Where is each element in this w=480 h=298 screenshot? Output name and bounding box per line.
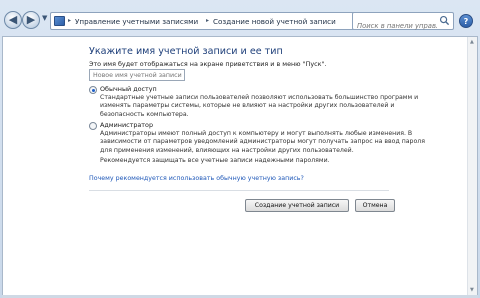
breadcrumb-user-accounts[interactable]: Управление учетными записями <box>75 17 198 26</box>
account-name-field[interactable] <box>89 69 185 81</box>
standard-user-radio[interactable] <box>89 86 97 94</box>
name-description: Это имя будет отображаться на экране при… <box>89 60 327 68</box>
why-standard-account-link[interactable]: Почему рекомендуется использовать обычну… <box>89 175 304 182</box>
breadcrumb-create-account[interactable]: Создание новой учетной записи <box>213 17 336 26</box>
search-input[interactable] <box>353 18 437 34</box>
standard-user-description-line: изменять параметры системы, которые не в… <box>100 102 395 110</box>
breadcrumb-separator-icon[interactable]: ▸ <box>68 17 71 24</box>
administrator-radio[interactable] <box>89 122 97 130</box>
search-icon[interactable] <box>439 15 450 26</box>
divider <box>89 190 389 191</box>
breadcrumb-separator-icon[interactable]: ▸ <box>206 17 209 24</box>
vertical-scrollbar[interactable]: ▲ ▼ <box>467 37 477 295</box>
scroll-up-icon[interactable]: ▲ <box>470 39 474 45</box>
password-recommendation: Рекомендуется защищать все учетные запис… <box>100 157 330 164</box>
administrator-label[interactable]: Администратор <box>100 121 153 129</box>
standard-user-label[interactable]: Обычный доступ <box>100 85 157 93</box>
back-arrow-icon[interactable]: ◀ <box>4 11 22 29</box>
recent-pages-chevron-icon[interactable]: ▼ <box>42 14 47 22</box>
navigation-bar: ◀ ▶ ▼ ▸ Управление учетными записями ▸ С… <box>0 0 480 40</box>
window: ◀ ▶ ▼ ▸ Управление учетными записями ▸ С… <box>0 0 480 298</box>
cancel-button[interactable]: Отмена <box>355 199 395 212</box>
administrator-description-line: зависимости от параметров уведомлений ад… <box>100 138 425 146</box>
administrator-description-line: для применения изменений, влияющих на на… <box>100 146 354 154</box>
scroll-down-icon[interactable]: ▼ <box>470 287 474 293</box>
content-pane: Укажите имя учетной записи и ее тип Это … <box>2 36 478 296</box>
help-icon[interactable]: ? <box>459 14 473 28</box>
forward-arrow-icon[interactable]: ▶ <box>22 11 40 29</box>
standard-user-description-line: безопасность компьютера. <box>100 110 189 118</box>
control-panel-icon <box>54 16 65 26</box>
search-box[interactable] <box>352 12 454 34</box>
administrator-description: Администраторы имеют полный доступ к ком… <box>100 130 425 155</box>
address-bar[interactable]: ▸ Управление учетными записями ▸ Создани… <box>50 12 376 30</box>
create-account-button[interactable]: Создание учетной записи <box>245 199 349 212</box>
standard-user-description: Стандартные учетные записи пользователей… <box>100 94 418 119</box>
page-title: Укажите имя учетной записи и ее тип <box>89 46 283 57</box>
